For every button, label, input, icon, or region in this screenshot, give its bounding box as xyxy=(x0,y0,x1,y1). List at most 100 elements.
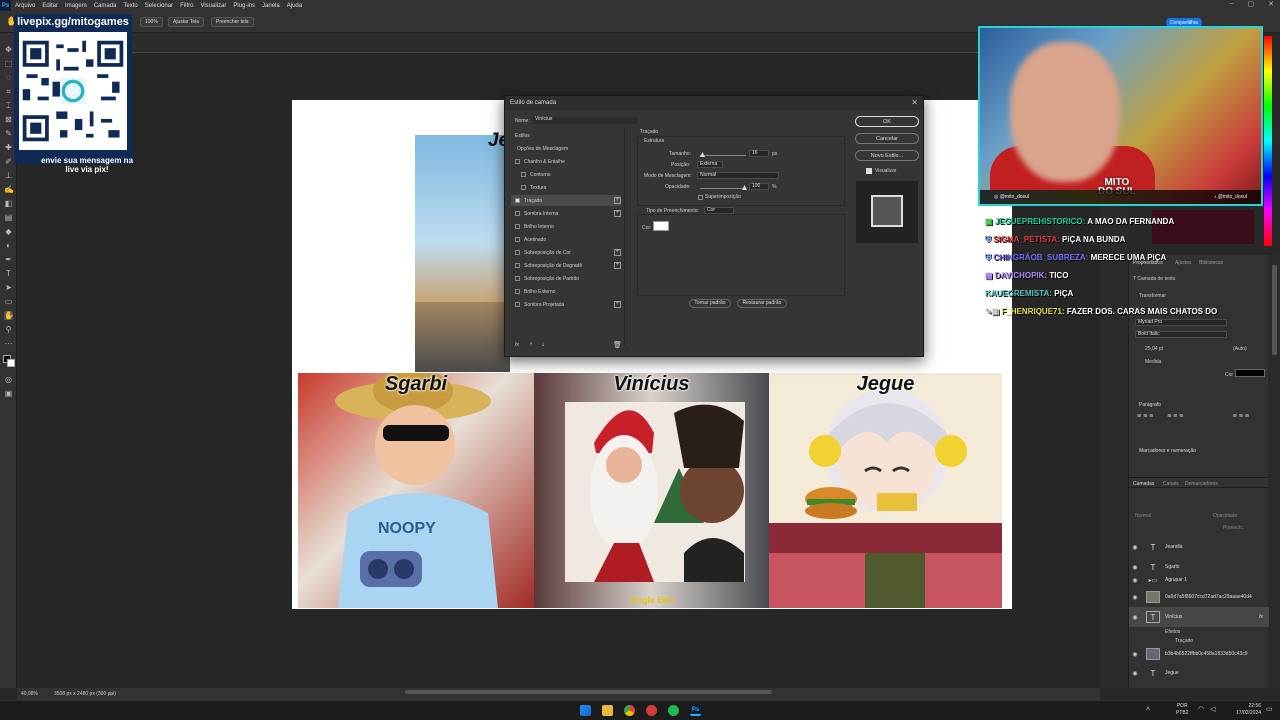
maximize-icon[interactable]: ▢ xyxy=(1248,0,1255,8)
marquee-tool-icon[interactable]: ⬚ xyxy=(4,59,13,68)
panel-scrollbar[interactable] xyxy=(1270,255,1280,688)
healing-brush-icon[interactable]: ✚ xyxy=(4,143,13,152)
paragraph-align-icons[interactable]: ≡≡≡ ≡≡≡ ≡≡≡ xyxy=(1137,413,1251,420)
lasso-tool-icon[interactable]: ◌ xyxy=(4,73,13,82)
gradient-tool-icon[interactable]: ▤ xyxy=(4,213,13,222)
blend-mode-select[interactable]: Normal xyxy=(697,172,779,179)
checkbox[interactable] xyxy=(515,159,520,164)
position-select[interactable]: Externa xyxy=(697,161,723,168)
type-tool-icon[interactable]: T xyxy=(4,269,13,278)
checkbox[interactable] xyxy=(515,302,520,307)
tab-paths[interactable]: Demarcadores xyxy=(1185,481,1218,487)
effect-brilho-externo[interactable]: Brilho Externo xyxy=(511,286,621,297)
checkbox[interactable] xyxy=(515,250,520,255)
effect-chanfro[interactable]: Chanfro & Entalhe xyxy=(511,156,621,167)
brush-tool-icon[interactable]: ✐ xyxy=(4,157,13,166)
notifications-icon[interactable]: ▭ xyxy=(1266,705,1273,713)
horizontal-scrollbar-thumb[interactable] xyxy=(405,690,772,694)
fx-icon[interactable]: fx xyxy=(515,342,519,348)
leading-value[interactable]: (Auto) xyxy=(1233,346,1247,352)
effect-acetinado[interactable]: Acetinado xyxy=(511,234,621,245)
checkbox[interactable] xyxy=(515,289,520,294)
effect-sobreposicao-padrao[interactable]: Sobreposição de Padrão xyxy=(511,273,621,284)
eye-icon[interactable]: ◉ xyxy=(1129,614,1141,621)
object-select-icon[interactable]: ⌗ xyxy=(4,87,13,96)
font-size-value[interactable]: 25,04 pt xyxy=(1145,346,1163,352)
menu-filtro[interactable]: Filtro xyxy=(180,3,193,9)
cancel-button[interactable]: Cancelar xyxy=(855,133,919,144)
name-field[interactable]: Vinícius xyxy=(533,117,637,124)
new-style-button[interactable]: Novo Estilo... xyxy=(855,150,919,161)
effect-sobreposicao-cor[interactable]: Sobreposição de Cor + xyxy=(511,247,621,258)
font-family-select[interactable]: Myriad Pro xyxy=(1135,319,1227,326)
font-style-select[interactable]: Bold Italic xyxy=(1135,331,1227,338)
add-effect-icon[interactable]: + xyxy=(614,262,621,269)
dialog-close-icon[interactable]: ✕ xyxy=(911,98,918,107)
add-effect-icon[interactable]: + xyxy=(614,210,621,217)
menu-janela[interactable]: Janela xyxy=(262,3,280,9)
tracking-value[interactable]: Medida xyxy=(1145,359,1161,365)
fit-screen-button[interactable]: Ajustar Tela xyxy=(168,17,205,27)
layer-row[interactable]: ◉ T Jeandla xyxy=(1129,537,1269,557)
file-explorer-icon[interactable] xyxy=(602,705,613,716)
language-indicator[interactable]: POR PTB2 xyxy=(1176,703,1189,717)
fill-type-select[interactable]: Cor xyxy=(704,207,734,214)
add-effect-icon[interactable]: + xyxy=(614,197,621,204)
menu-camada[interactable]: Camada xyxy=(94,3,117,9)
history-brush-icon[interactable]: ✍ xyxy=(4,185,14,194)
adjustments-tab[interactable]: Ajustes xyxy=(1175,260,1191,266)
windows-start-icon[interactable] xyxy=(580,705,591,716)
stamp-tool-icon[interactable]: ⊥ xyxy=(4,171,13,180)
eye-icon[interactable]: ◉ xyxy=(1129,594,1141,601)
move-down-icon[interactable]: ⇣ xyxy=(541,342,545,348)
styles-header[interactable]: Estilos xyxy=(515,133,530,139)
wifi-icon[interactable]: ◠ xyxy=(1198,705,1204,713)
fx-icon[interactable]: fx xyxy=(1259,614,1263,620)
effect-textura[interactable]: Textura xyxy=(517,182,627,193)
move-up-icon[interactable]: ⇡ xyxy=(529,342,533,348)
color-spectrum[interactable] xyxy=(1264,36,1272,246)
menu-texto[interactable]: Texto xyxy=(123,3,137,9)
eyedropper-icon[interactable]: ✎ xyxy=(4,129,13,138)
more-tools-icon[interactable]: ⋯ xyxy=(4,339,13,348)
fill-screen-button[interactable]: Preencher tela xyxy=(211,17,254,27)
libraries-tab[interactable]: Bibliotecas xyxy=(1199,260,1223,266)
ok-button[interactable]: OK xyxy=(855,116,919,127)
tab-channels[interactable]: Canais xyxy=(1163,481,1179,487)
menu-selecionar[interactable]: Selecionar xyxy=(145,3,173,9)
eye-icon[interactable]: ◉ xyxy=(1129,544,1141,551)
crop-tool-icon[interactable]: ⌶ xyxy=(4,101,13,110)
checkbox[interactable] xyxy=(521,172,526,177)
clock[interactable]: 22:56 17/02/2024 xyxy=(1236,703,1261,717)
minimize-icon[interactable]: – xyxy=(1230,0,1234,8)
stroke-color-swatch[interactable] xyxy=(653,221,669,231)
scrollbar-thumb[interactable] xyxy=(1272,265,1277,355)
zoom-100-button[interactable]: 100% xyxy=(140,17,163,27)
checkbox[interactable] xyxy=(515,211,520,216)
chrome-icon[interactable] xyxy=(624,705,635,716)
effect-brilho-interno[interactable]: Brilho Interno xyxy=(511,221,621,232)
effect-tracado[interactable]: Traçado + xyxy=(511,195,621,206)
eye-icon[interactable]: ◉ xyxy=(1129,564,1141,571)
reset-default-button[interactable]: Restaurar padrão xyxy=(737,299,787,308)
layer-row[interactable]: ◉ b3b4b6522ffbb0c458a1833d50c43c9 xyxy=(1129,644,1269,664)
checkbox[interactable] xyxy=(521,185,526,190)
layer-row[interactable]: ◉ 0a9d7a5f8607ccd72ad7ac29aaae40d4 xyxy=(1129,587,1269,607)
menu-editar[interactable]: Editar xyxy=(42,3,58,9)
screen-mode-icon[interactable]: ▣ xyxy=(4,389,13,398)
checkbox-checked[interactable] xyxy=(515,198,520,203)
add-effect-icon[interactable]: + xyxy=(614,249,621,256)
checkbox[interactable] xyxy=(515,276,520,281)
eye-icon[interactable]: ◉ xyxy=(1129,577,1141,584)
blend-mode-layers[interactable]: Normal xyxy=(1135,513,1151,519)
eraser-tool-icon[interactable]: ◧ xyxy=(4,199,13,208)
effect-sobreposicao-degrade[interactable]: Sobreposição de Degradê + xyxy=(511,260,621,271)
checkbox[interactable] xyxy=(515,263,520,268)
menu-ajuda[interactable]: Ajuda xyxy=(287,3,302,9)
hand-tool-icon[interactable]: ✋ xyxy=(4,311,14,320)
layer-row[interactable]: ◉ T Jegue xyxy=(1129,663,1269,683)
menu-arquivo[interactable]: Arquivo xyxy=(15,3,35,9)
tray-chevron-icon[interactable]: ˄ xyxy=(1146,706,1150,713)
trash-icon[interactable]: 🗑 xyxy=(613,341,622,349)
zoom-tool-icon[interactable]: ⚲ xyxy=(4,325,13,334)
